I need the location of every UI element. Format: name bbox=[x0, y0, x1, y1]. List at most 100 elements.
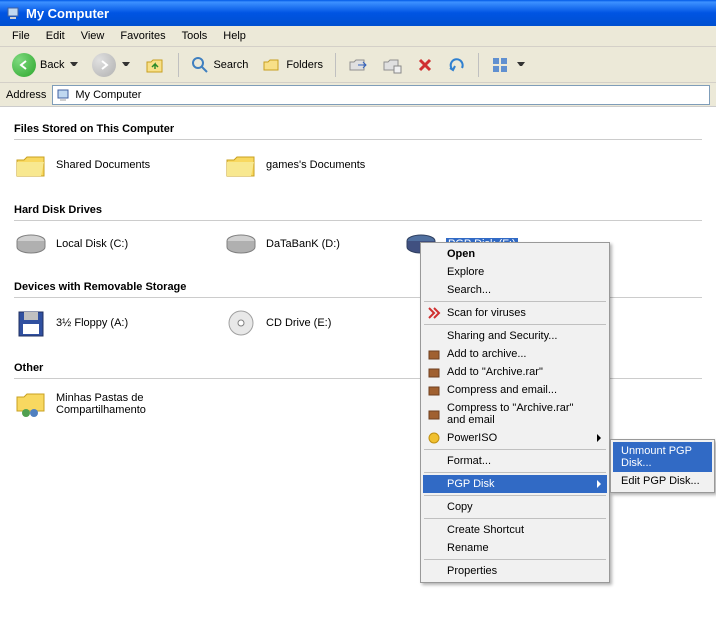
separator bbox=[478, 53, 479, 77]
addressbar: Address My Computer bbox=[0, 83, 716, 107]
item-minhas-pastas[interactable]: Minhas Pastas de Compartilhamento bbox=[14, 389, 174, 419]
folders-icon bbox=[262, 56, 282, 74]
sub-unmount-pgp[interactable]: Unmount PGP Disk... bbox=[613, 442, 712, 472]
shared-folder-icon bbox=[14, 389, 48, 419]
separator bbox=[335, 53, 336, 77]
ctx-create-shortcut[interactable]: Create Shortcut bbox=[423, 521, 607, 539]
winrar-icon bbox=[427, 383, 441, 397]
delete-icon bbox=[416, 56, 434, 74]
chevron-right-icon bbox=[597, 480, 601, 488]
views-icon bbox=[491, 56, 511, 74]
menu-help[interactable]: Help bbox=[215, 28, 254, 44]
copyto-icon bbox=[382, 56, 402, 74]
winrar-icon bbox=[427, 407, 441, 421]
item-floppy-a[interactable]: 3½ Floppy (A:) bbox=[14, 308, 174, 338]
section-header-hdd: Hard Disk Drives bbox=[14, 198, 702, 221]
item-games-documents[interactable]: games's Documents bbox=[224, 150, 384, 180]
up-button[interactable] bbox=[138, 53, 172, 77]
ctx-sharing[interactable]: Sharing and Security... bbox=[423, 327, 607, 345]
menu-view[interactable]: View bbox=[73, 28, 113, 44]
separator bbox=[424, 472, 606, 473]
section-header-files: Files Stored on This Computer bbox=[14, 117, 702, 140]
chevron-down-icon bbox=[70, 62, 78, 68]
sub-edit-pgp[interactable]: Edit PGP Disk... bbox=[613, 472, 712, 490]
floppy-icon bbox=[14, 308, 48, 338]
moveto-icon bbox=[348, 56, 368, 74]
item-cd-drive-e[interactable]: CD Drive (E:) bbox=[224, 308, 384, 338]
undo-icon bbox=[448, 56, 466, 74]
ctx-explore[interactable]: Explore bbox=[423, 263, 607, 281]
separator bbox=[424, 449, 606, 450]
menu-edit[interactable]: Edit bbox=[38, 28, 73, 44]
folders-label: Folders bbox=[286, 59, 323, 71]
search-label: Search bbox=[213, 59, 248, 71]
ctx-scan-viruses[interactable]: Scan for viruses bbox=[423, 304, 607, 322]
ctx-compress-to-email[interactable]: Compress to "Archive.rar" and email bbox=[423, 399, 607, 429]
content-area: Files Stored on This Computer Shared Doc… bbox=[0, 107, 716, 619]
item-label: Local Disk (C:) bbox=[56, 238, 128, 250]
ctx-add-archive[interactable]: Add to archive... bbox=[423, 345, 607, 363]
item-local-disk-c[interactable]: Local Disk (C:) bbox=[14, 231, 174, 257]
folder-icon bbox=[224, 150, 258, 180]
kaspersky-icon bbox=[427, 306, 441, 320]
item-label: Minhas Pastas de Compartilhamento bbox=[56, 392, 146, 416]
search-button[interactable]: Search bbox=[185, 54, 254, 76]
back-button[interactable]: Back bbox=[6, 51, 84, 79]
chevron-down-icon bbox=[122, 62, 130, 68]
winrar-icon bbox=[427, 365, 441, 379]
item-databank-d[interactable]: DaTaBanK (D:) bbox=[224, 231, 384, 257]
context-menu: Open Explore Search... Scan for viruses … bbox=[420, 242, 610, 583]
chevron-right-icon bbox=[597, 434, 601, 442]
copyto-button[interactable] bbox=[376, 54, 408, 76]
address-value: My Computer bbox=[75, 89, 141, 101]
separator bbox=[424, 495, 606, 496]
ctx-copy[interactable]: Copy bbox=[423, 498, 607, 516]
cd-icon bbox=[224, 308, 258, 338]
moveto-button[interactable] bbox=[342, 54, 374, 76]
undo-button[interactable] bbox=[442, 54, 472, 76]
separator bbox=[424, 518, 606, 519]
separator bbox=[424, 301, 606, 302]
mycomputer-icon bbox=[6, 5, 22, 21]
item-label: games's Documents bbox=[266, 159, 365, 171]
mycomputer-icon bbox=[57, 88, 71, 102]
item-shared-documents[interactable]: Shared Documents bbox=[14, 150, 174, 180]
ctx-search[interactable]: Search... bbox=[423, 281, 607, 299]
separator bbox=[424, 324, 606, 325]
context-submenu: Unmount PGP Disk... Edit PGP Disk... bbox=[610, 439, 715, 493]
forward-button[interactable] bbox=[86, 51, 136, 79]
ctx-open[interactable]: Open bbox=[423, 245, 607, 263]
titlebar: My Computer bbox=[0, 0, 716, 26]
forward-icon bbox=[92, 53, 116, 77]
menu-favorites[interactable]: Favorites bbox=[112, 28, 173, 44]
item-label: CD Drive (E:) bbox=[266, 317, 331, 329]
address-input[interactable]: My Computer bbox=[52, 85, 710, 105]
poweriso-icon bbox=[427, 431, 441, 445]
ctx-pgp-disk[interactable]: PGP Disk bbox=[423, 475, 607, 493]
separator bbox=[424, 559, 606, 560]
address-label: Address bbox=[6, 89, 46, 101]
delete-button[interactable] bbox=[410, 54, 440, 76]
back-label: Back bbox=[40, 59, 64, 71]
item-label: Shared Documents bbox=[56, 159, 150, 171]
item-label: 3½ Floppy (A:) bbox=[56, 317, 128, 329]
menu-file[interactable]: File bbox=[4, 28, 38, 44]
folders-button[interactable]: Folders bbox=[256, 54, 329, 76]
window-title: My Computer bbox=[26, 6, 109, 21]
winrar-icon bbox=[427, 347, 441, 361]
folder-up-icon bbox=[144, 55, 166, 75]
menu-tools[interactable]: Tools bbox=[174, 28, 216, 44]
ctx-add-to-rar[interactable]: Add to "Archive.rar" bbox=[423, 363, 607, 381]
ctx-rename[interactable]: Rename bbox=[423, 539, 607, 557]
item-label: DaTaBanK (D:) bbox=[266, 238, 340, 250]
views-button[interactable] bbox=[485, 54, 531, 76]
ctx-format[interactable]: Format... bbox=[423, 452, 607, 470]
chevron-down-icon bbox=[517, 62, 525, 68]
ctx-properties[interactable]: Properties bbox=[423, 562, 607, 580]
ctx-poweriso[interactable]: PowerISO bbox=[423, 429, 607, 447]
ctx-compress-email[interactable]: Compress and email... bbox=[423, 381, 607, 399]
menubar: File Edit View Favorites Tools Help bbox=[0, 26, 716, 47]
toolbar: Back Search Folders bbox=[0, 47, 716, 83]
harddisk-icon bbox=[14, 231, 48, 257]
folder-icon bbox=[14, 150, 48, 180]
